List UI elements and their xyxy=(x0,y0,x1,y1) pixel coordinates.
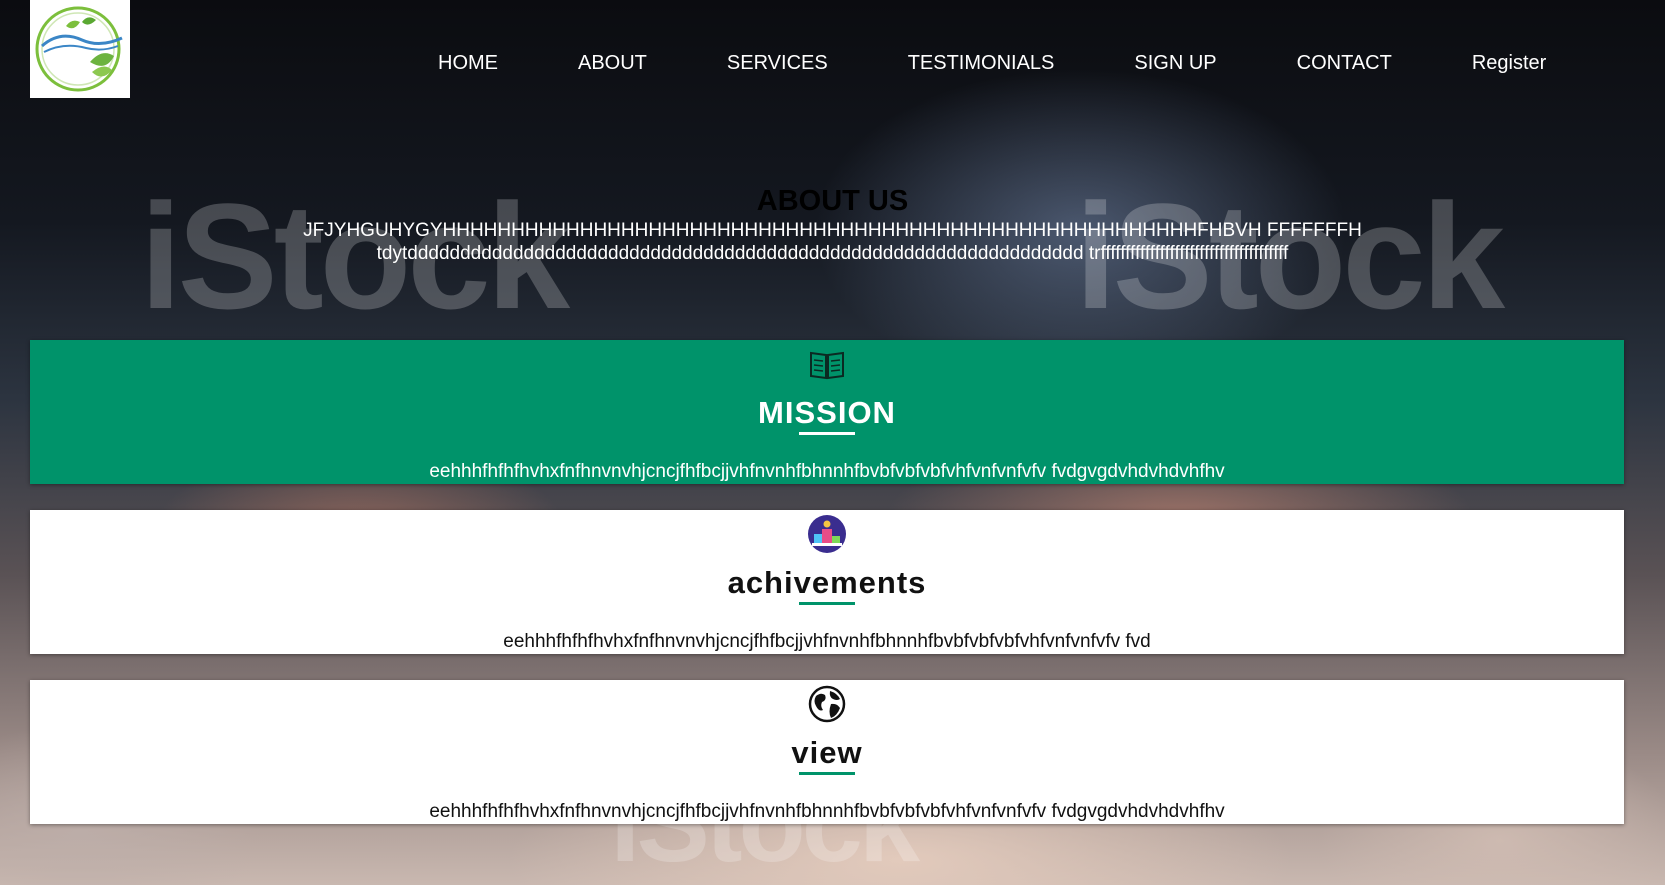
title-underline xyxy=(799,602,855,605)
main-nav: HOME ABOUT SERVICES TESTIMONIALS SIGN UP… xyxy=(438,52,1546,75)
nav-contact-link[interactable]: CONTACT xyxy=(1297,52,1392,75)
leaf-logo-icon xyxy=(35,6,123,92)
achievements-text: eehhhfhfhfhvhxfnfhnvnvhjcncjfhfbcjjvhfnv… xyxy=(503,631,1151,652)
site-logo[interactable] xyxy=(30,0,130,98)
nav-home-link[interactable]: HOME xyxy=(438,52,498,75)
nav-testimonials-link[interactable]: TESTIMONIALS xyxy=(908,52,1055,75)
mission-title: MISSION xyxy=(758,395,896,430)
globe-icon xyxy=(808,685,846,723)
achievements-card: achivements eehhhfhfhfhvhxfnfhnvnvhjcncj… xyxy=(30,510,1624,654)
title-underline xyxy=(799,772,855,775)
title-underline xyxy=(799,432,855,435)
page: iStock iStock iStock HOME ABOUT SERVICES… xyxy=(0,0,1665,885)
about-section: ABOUT US JFJYHGUHYGYHHHHHHHHHHHHHHHHHHHH… xyxy=(0,183,1665,265)
nav-sign-up-link[interactable]: SIGN UP xyxy=(1134,52,1216,75)
mission-text: eehhhfhfhfhvhxfnfhnvnvhjcncjfhfbcjjvhfnv… xyxy=(429,461,1225,482)
nav-about-link[interactable]: ABOUT xyxy=(578,52,647,75)
about-text: JFJYHGUHYGYHHHHHHHHHHHHHHHHHHHHHHHHHHHHH… xyxy=(303,220,1362,264)
nav-services-link[interactable]: SERVICES xyxy=(727,52,828,75)
podium-icon xyxy=(808,515,846,553)
about-title: ABOUT US xyxy=(756,185,909,217)
book-icon xyxy=(810,351,844,380)
mission-card: MISSION eehhhfhfhfhvhxfnfhnvnvhjcncjfhfb… xyxy=(30,340,1624,484)
view-text: eehhhfhfhfhvhxfnfhnvnvhjcncjfhfbcjjvhfnv… xyxy=(429,801,1225,822)
view-card: view eehhhfhfhfhvhxfnfhnvnvhjcncjfhfbcjj… xyxy=(30,680,1624,824)
achievements-title: achivements xyxy=(727,565,927,600)
view-title: view xyxy=(791,735,863,770)
nav-register-link[interactable]: Register xyxy=(1472,52,1546,75)
